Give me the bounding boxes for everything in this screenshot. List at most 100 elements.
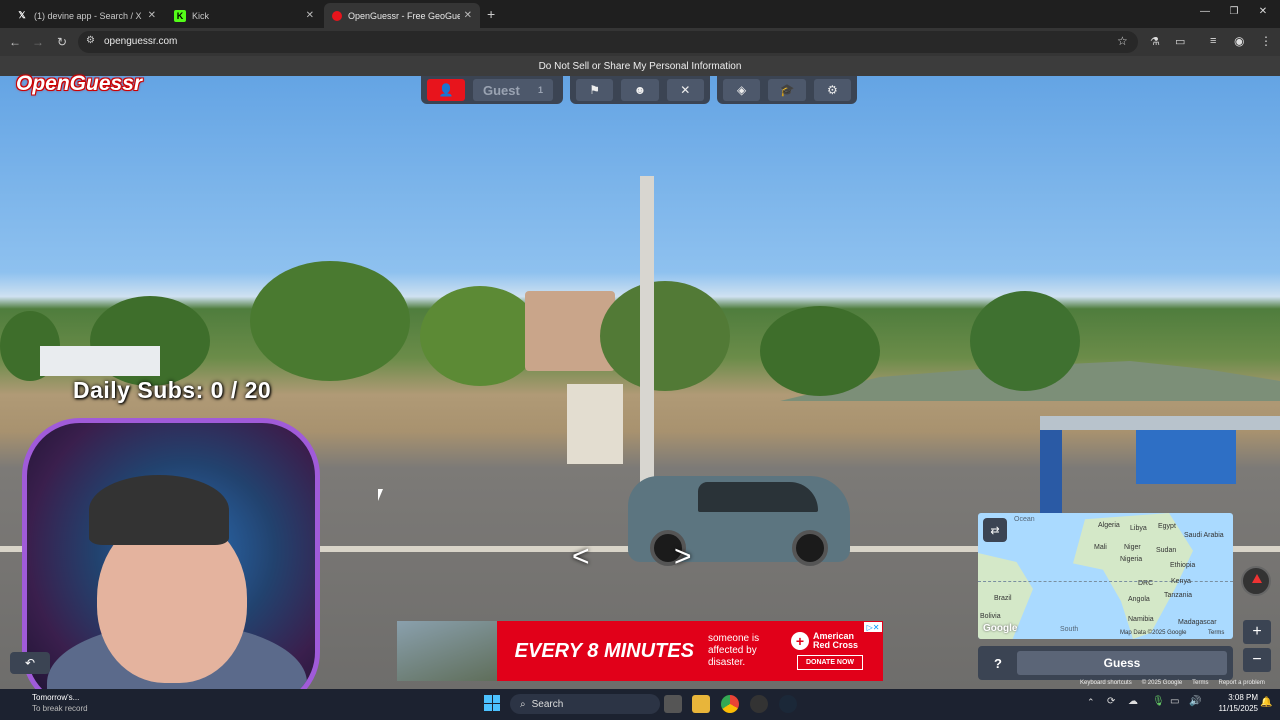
maximize-button[interactable]: ❐: [1224, 6, 1244, 17]
utility-box: [567, 384, 623, 464]
address-bar[interactable]: [78, 31, 1138, 53]
weather-widget[interactable]: Tomorrow's... To break record: [14, 692, 114, 714]
report-problem-link[interactable]: Report a problem: [1219, 680, 1265, 686]
compass-icon[interactable]: [1241, 566, 1271, 596]
map-label: Angola: [1128, 596, 1150, 603]
map-attribution: Map Data ©2025 Google: [1120, 630, 1187, 636]
tree: [600, 281, 730, 391]
close-window-button[interactable]: ✕: [1253, 6, 1273, 17]
multiplayer-button[interactable]: ☻: [621, 79, 659, 101]
terms-link[interactable]: Terms: [1192, 680, 1208, 686]
users-icon: ☻: [633, 83, 647, 97]
zoom-out-button[interactable]: −: [1243, 648, 1271, 672]
steam-icon[interactable]: [779, 695, 797, 713]
tree: [420, 286, 540, 386]
equator-line: [978, 581, 1233, 582]
menu-kebab-icon[interactable]: ⋮: [1260, 34, 1272, 48]
keyboard-shortcuts-link[interactable]: Keyboard shortcuts: [1080, 680, 1132, 686]
return-button[interactable]: ↶: [10, 652, 50, 674]
ad-choices-icon[interactable]: ▷✕: [864, 622, 882, 632]
map-label: Kenya: [1171, 578, 1191, 585]
url-text[interactable]: openguessr.com: [104, 36, 177, 47]
tab-kick[interactable]: K Kick ✕: [166, 3, 322, 28]
red-cross-ad-banner[interactable]: EVERY 8 MINUTES someone is affected by d…: [397, 621, 883, 681]
sync-icon[interactable]: ⟳: [1107, 696, 1115, 707]
map-label: Bolivia: [980, 613, 1001, 620]
help-button[interactable]: ?: [984, 651, 1012, 675]
zoom-in-button[interactable]: +: [1243, 620, 1271, 644]
copyright-text: © 2025 Google: [1141, 680, 1183, 686]
chevron-up-icon[interactable]: ⌃: [1087, 697, 1095, 708]
new-tab-button[interactable]: +: [487, 6, 495, 22]
file-explorer-icon[interactable]: [692, 695, 710, 713]
reload-icon[interactable]: ↻: [53, 33, 71, 51]
chrome-icon[interactable]: [721, 695, 739, 713]
battle-button[interactable]: ✕: [666, 79, 704, 101]
search-icon: ⌕: [520, 698, 526, 710]
graduation-cap-icon: 🎓: [779, 83, 795, 97]
back-arrow-icon[interactable]: ←: [6, 33, 24, 51]
map-filter-button[interactable]: ⇄: [983, 518, 1007, 542]
map-label: South: [1060, 626, 1079, 633]
player-badge[interactable]: Guest 1: [473, 79, 553, 101]
ad-brand-name: American Red Cross: [813, 631, 859, 650]
close-icon[interactable]: ✕: [148, 10, 156, 21]
system-clock[interactable]: 3:08 PM 11/15/2025: [1216, 692, 1258, 714]
move-right-arrow[interactable]: >: [674, 540, 692, 574]
leaderboard-button[interactable]: ⚑: [576, 79, 614, 101]
forward-arrow-icon[interactable]: →: [29, 33, 47, 51]
add-player-button[interactable]: 👤: [427, 79, 465, 101]
minimize-button[interactable]: —: [1195, 6, 1215, 17]
settings-button[interactable]: ⚙: [813, 79, 851, 101]
task-view-icon[interactable]: [664, 695, 682, 713]
tab-x-search[interactable]: 𝕏 (1) devine app - Search / X ✕: [8, 3, 164, 28]
openguessr-logo[interactable]: OpenGuessr: [16, 72, 142, 96]
tab-openguessr[interactable]: OpenGuessr - Free GeoGuessr ✕: [324, 3, 480, 28]
map-terms-link[interactable]: Terms: [1208, 630, 1224, 636]
microphone-icon[interactable]: 🎙: [1152, 696, 1165, 707]
media-queue-icon[interactable]: ≡: [1210, 35, 1216, 47]
x-logo-icon: 𝕏: [18, 10, 26, 20]
utility-pole: [640, 176, 654, 506]
close-icon[interactable]: ✕: [464, 10, 472, 21]
map-label: Algeria: [1098, 522, 1120, 529]
learn-button[interactable]: 🎓: [768, 79, 806, 101]
cast-icon[interactable]: ▭: [1175, 35, 1185, 48]
donate-now-button[interactable]: DONATE NOW: [796, 655, 864, 670]
move-left-arrow[interactable]: <: [572, 540, 590, 574]
network-icon[interactable]: ▭: [1170, 696, 1179, 707]
profile-icon[interactable]: ◉: [1234, 34, 1244, 48]
privacy-link-bar[interactable]: Do Not Sell or Share My Personal Informa…: [0, 56, 1280, 76]
search-label: Search: [531, 698, 564, 710]
taskbar-search[interactable]: ⌕ Search: [510, 694, 660, 714]
map-label: Nigeria: [1120, 556, 1143, 563]
bookmark-star-icon[interactable]: ☆: [1117, 34, 1128, 48]
sliders-icon: ⇄: [990, 524, 1000, 537]
ad-brand: + American Red Cross DONATE NOW: [791, 632, 869, 670]
mouse-cursor: [378, 489, 388, 501]
google-logo: Google: [983, 623, 1018, 634]
webcam-overlay: [22, 418, 320, 710]
windows-start-icon[interactable]: [484, 695, 500, 711]
layers-button[interactable]: ◈: [723, 79, 761, 101]
guess-map[interactable]: Ocean Algeria Libya Egypt Saudi Arabia M…: [978, 513, 1233, 639]
cloud-icon[interactable]: ☁: [1128, 696, 1138, 707]
clock-date: 11/15/2025: [1218, 704, 1258, 713]
parked-car: [628, 476, 850, 566]
volume-icon[interactable]: 🔊: [1189, 696, 1201, 707]
guess-button[interactable]: Guess: [1017, 651, 1227, 675]
close-icon[interactable]: ✕: [306, 10, 314, 21]
map-label: Madagascar: [1178, 619, 1217, 626]
map-label: Libya: [1130, 525, 1147, 532]
tab-title: OpenGuessr - Free GeoGuessr: [348, 10, 460, 21]
map-label: Saudi Arabia: [1184, 532, 1224, 539]
red-cross-icon: +: [791, 632, 809, 650]
notification-bell-icon[interactable]: 🔔: [1260, 697, 1272, 708]
dominos-ad-poster: [1136, 430, 1236, 484]
extension-icon[interactable]: ⚗: [1150, 35, 1160, 48]
ad-subtext: someone is affected by disaster.: [707, 633, 760, 668]
daily-subs-counter: Daily Subs: 0 / 20: [73, 377, 272, 403]
obs-icon[interactable]: [750, 695, 768, 713]
site-info-icon[interactable]: ⚙: [86, 35, 95, 46]
map-label: Sudan: [1156, 547, 1177, 554]
